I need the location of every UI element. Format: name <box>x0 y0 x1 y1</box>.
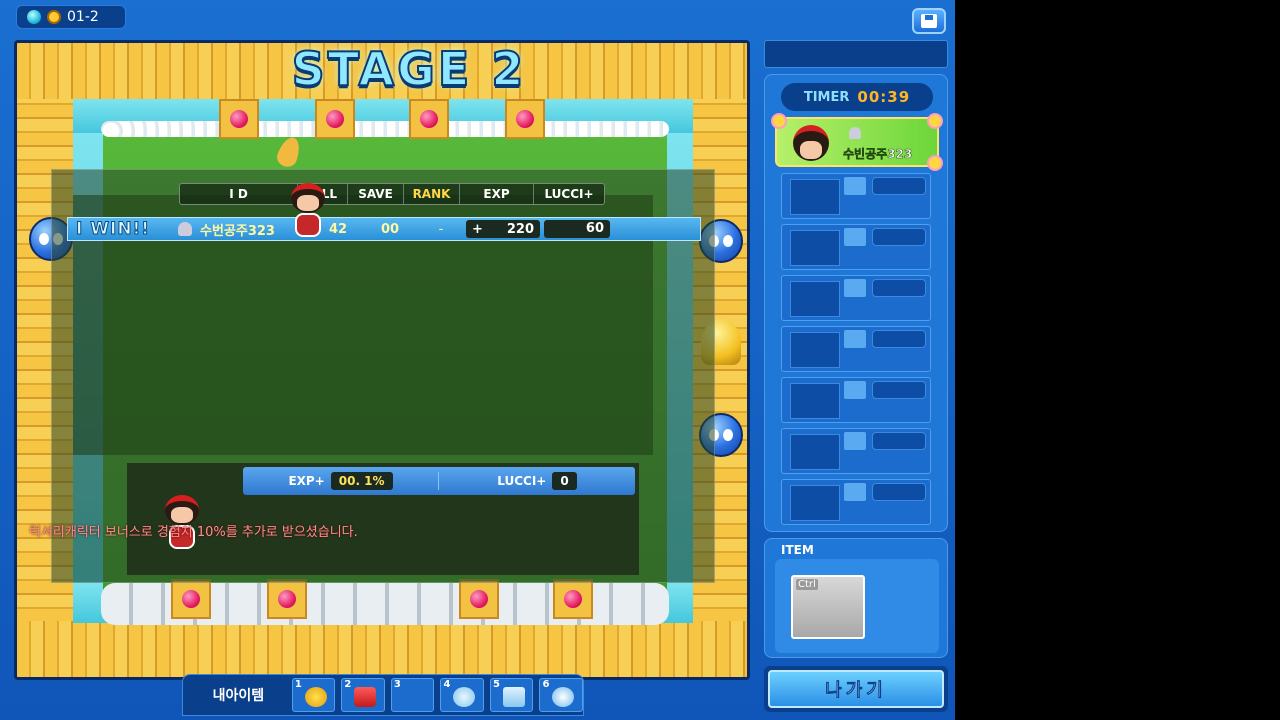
flower-icon <box>929 115 941 127</box>
empty-player-slot <box>781 275 931 321</box>
col-rank: RANK <box>404 184 460 204</box>
flower-icon <box>929 157 941 169</box>
player-panel: TIMER 00:39 수빈공주323 <box>764 74 948 532</box>
player-name: 수빈공주323 <box>843 147 913 162</box>
pink-ball-icon <box>230 110 248 128</box>
bubble-item-icon <box>453 687 476 707</box>
pink-ball-icon <box>564 590 582 608</box>
empty-player-slot <box>781 224 931 270</box>
pink-ball-icon <box>470 590 488 608</box>
shield-item-icon <box>502 687 525 707</box>
pin-block <box>219 99 259 139</box>
item-slot-5[interactable]: 5 <box>489 678 534 712</box>
item-slot-1[interactable]: 1 <box>291 678 336 712</box>
win-badge: I WIN!! <box>76 219 151 240</box>
result-header: I D KILL SAVE RANK EXP LUCCI+ <box>179 183 605 205</box>
empty-player-slot <box>781 377 931 423</box>
result-exp: + 220 <box>466 220 540 238</box>
bonus-lucci-label: LUCCI+ <box>497 474 547 488</box>
item-panel: ITEM Ctrl <box>764 538 948 658</box>
timer: TIMER 00:39 <box>781 83 933 111</box>
empty-player-slot <box>781 428 931 474</box>
col-exp: EXP <box>460 184 534 204</box>
letterbox <box>955 0 1280 720</box>
game-window: 01-2 STAGE 2 I D KILL <box>0 0 955 720</box>
pink-ball-icon <box>420 110 438 128</box>
side-top-bar <box>764 40 948 68</box>
bonus-exp-label: EXP+ <box>288 474 325 488</box>
player-character <box>285 183 331 241</box>
pink-ball-icon <box>326 110 344 128</box>
empty-player-slot <box>781 173 931 219</box>
character-icon <box>47 10 61 24</box>
pin-block <box>267 579 307 619</box>
exp-sign: + <box>472 221 483 237</box>
stage-title: STAGE 2 <box>291 42 527 97</box>
exit-button-label: 나가기 <box>768 670 944 708</box>
result-rank: - <box>438 221 444 237</box>
pink-ball-icon <box>278 590 296 608</box>
item-bar: 내아이템 1 2 3 4 5 6 <box>182 674 584 716</box>
item-inner: Ctrl <box>775 559 939 653</box>
timer-label: TIMER <box>803 89 850 105</box>
exit-button[interactable]: 나가기 <box>764 666 948 712</box>
col-id: I D <box>180 184 298 204</box>
empty-player-slot <box>781 479 931 525</box>
item-title: ITEM <box>781 543 814 557</box>
pin-block <box>409 99 449 139</box>
player-avatar <box>793 125 829 161</box>
my-items-label: 내아이템 <box>212 688 265 704</box>
red-box-item-icon <box>354 687 377 707</box>
item-slot-6[interactable]: 6 <box>539 678 583 712</box>
pin-block <box>171 579 211 619</box>
empty-player-slot <box>781 326 931 372</box>
pink-ball-icon <box>182 590 200 608</box>
room-badge: 01-2 <box>16 5 126 29</box>
bonus-exp-value: 00. 1% <box>330 472 393 490</box>
flower-icon <box>773 115 785 127</box>
pink-ball-icon <box>516 110 534 128</box>
player-card[interactable]: 수빈공주323 <box>773 115 941 169</box>
item-slot-2[interactable]: 2 <box>341 678 385 712</box>
bonus-message: 럭셔리캐릭터 보너스로 경험치 10%를 추가로 받으셨습니다. <box>29 525 358 540</box>
snow-edge <box>101 121 669 137</box>
result-save: 00 <box>380 221 400 237</box>
wood-wall-bottom <box>17 621 747 677</box>
result-lucci: 60 <box>544 220 610 238</box>
orb-icon <box>27 10 41 24</box>
star-item-icon <box>304 687 327 707</box>
timer-value: 00:39 <box>857 88 911 106</box>
pin-block <box>459 579 499 619</box>
bonus-lucci: LUCCI+ 0 <box>439 472 635 490</box>
col-lucci: LUCCI+ <box>544 187 594 201</box>
needle-item-icon <box>552 687 575 707</box>
floppy-disk-icon <box>921 14 937 28</box>
player-rank-icon <box>849 127 861 139</box>
game-board: STAGE 2 I D KILL SAVE RANK EXP LUCCI+ I … <box>14 40 750 680</box>
bonus-exp: EXP+ 00. 1% <box>243 472 439 490</box>
exp-value: 220 <box>506 221 534 237</box>
save-button[interactable] <box>912 8 946 34</box>
bonus-bar: EXP+ 00. 1% LUCCI+ 0 <box>243 467 635 495</box>
item-slot-3[interactable]: 3 <box>390 678 435 712</box>
bonus-lucci-value: 0 <box>552 472 577 490</box>
col-save: SAVE <box>348 184 404 204</box>
result-row: I WIN!! 수번공주323 42 00 - + 220 60 <box>67 217 701 241</box>
item-slot-4[interactable]: 4 <box>440 678 484 712</box>
pin-block <box>505 99 545 139</box>
room-code: 01-2 <box>67 9 99 25</box>
ctrl-key-label: Ctrl <box>796 579 818 590</box>
player-rank-icon <box>178 222 192 236</box>
pin-block <box>315 99 355 139</box>
ctrl-item-slot[interactable]: Ctrl <box>791 575 865 639</box>
pin-block <box>553 579 593 619</box>
